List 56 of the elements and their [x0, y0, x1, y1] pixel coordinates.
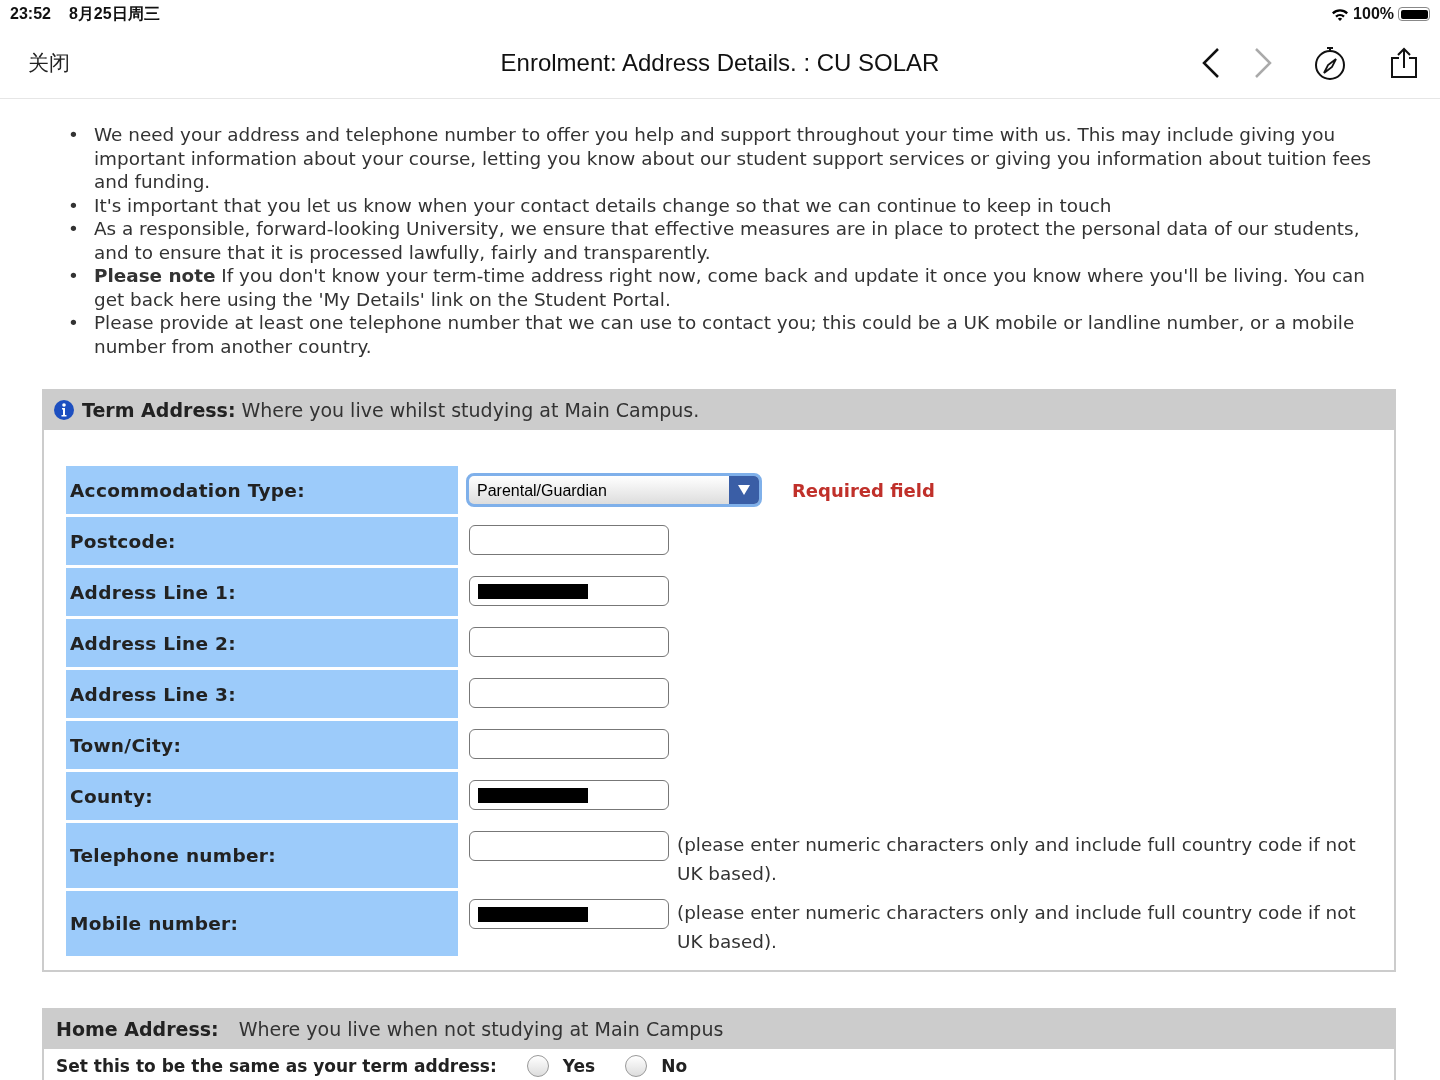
battery-percent: 100% — [1353, 5, 1394, 23]
required-note: Required field — [792, 478, 935, 503]
wifi-icon — [1331, 7, 1350, 21]
field-hint: (please enter numeric characters only and include full country code if not UK based). — [677, 833, 1357, 886]
info-bullet: Please note If you don't know your term-time address right now, come back and update it once you know where you'll be living. You can get back here using the 'My Details' link on the Student Portal. — [94, 264, 1366, 311]
bullet-marker: • — [68, 217, 78, 241]
bullet-marker: • — [68, 264, 78, 288]
field-label: Address Line 3: — [66, 670, 458, 718]
field-label: Mobile number: — [66, 891, 458, 956]
status-date: 8月25日周三 — [68, 3, 160, 24]
field-label: Address Line 1: — [66, 568, 458, 616]
input-field[interactable] — [469, 576, 669, 606]
accommodation-dropdown[interactable]: Parental/Guardian — [466, 473, 762, 507]
compass-icon — [1314, 45, 1346, 81]
info-bullet: We need your address and telephone number to offer you help and support throughout your time with us. This may include giving you important information about your course, letting you know about our student support services or giving you information about tuition fees and funding. — [94, 123, 1373, 194]
forward-button[interactable] — [1254, 48, 1272, 78]
input-field[interactable] — [469, 729, 669, 759]
back-icon — [1202, 48, 1220, 78]
question-label: Set this to be the same as your term address: — [56, 1056, 497, 1076]
info-bullet: As a responsible, forward-looking University, we ensure that effective measures are in place to protect the personal data of our students, and to ensure that it is processed lawfully, fairly and transparently. — [94, 217, 1361, 264]
status-time: 23:52 — [10, 5, 51, 23]
field-label: County: — [66, 772, 458, 820]
bullet-marker: • — [68, 123, 78, 147]
input-field[interactable] — [469, 831, 669, 861]
share-button[interactable] — [1390, 47, 1418, 79]
info-icon — [54, 399, 74, 420]
page-title: Enrolment: Address Details. : CU SOLAR — [500, 49, 940, 76]
input-field[interactable] — [469, 780, 669, 810]
radio-button[interactable] — [526, 1055, 549, 1077]
dropdown-caret-icon — [737, 484, 751, 496]
field-hint: (please enter numeric characters only and include full country code if not UK based). — [677, 901, 1357, 954]
info-bullet: It's important that you let us know when your contact details change so that we can continue to keep in touch — [94, 193, 1112, 217]
input-field[interactable] — [469, 678, 669, 708]
option-label: No — [661, 1056, 688, 1076]
battery-icon — [1398, 7, 1430, 21]
share-icon — [1390, 47, 1418, 79]
field-label: Telephone number: — [66, 823, 458, 888]
input-field[interactable] — [469, 525, 669, 555]
field-label: Postcode: — [66, 517, 458, 565]
field-label: Town/City: — [66, 721, 458, 769]
info-bullet: Please provide at least one telephone number that we can use to contact you; this could be a UK mobile or landline number, or a mobile number from another country. — [94, 311, 1356, 358]
section-subtitle: Where you live when not studying at Main Campus — [238, 1017, 724, 1040]
section-title: Home Address: — [56, 1017, 219, 1040]
section-heading: Term Address: Where you live whilst studying at Main Campus. — [82, 398, 700, 421]
bullet-marker: • — [68, 311, 78, 335]
forward-icon — [1254, 48, 1272, 78]
back-button[interactable] — [1202, 48, 1220, 78]
compass-button[interactable] — [1314, 45, 1346, 81]
field-label: Accommodation Type: — [66, 466, 458, 514]
radio-button[interactable] — [625, 1055, 648, 1077]
input-field[interactable] — [469, 627, 669, 657]
close-button[interactable]: 关闭 — [28, 49, 70, 77]
field-label: Address Line 2: — [66, 619, 458, 667]
input-field[interactable] — [469, 899, 669, 929]
option-label: Yes — [562, 1056, 596, 1076]
bullet-marker: • — [68, 193, 78, 217]
